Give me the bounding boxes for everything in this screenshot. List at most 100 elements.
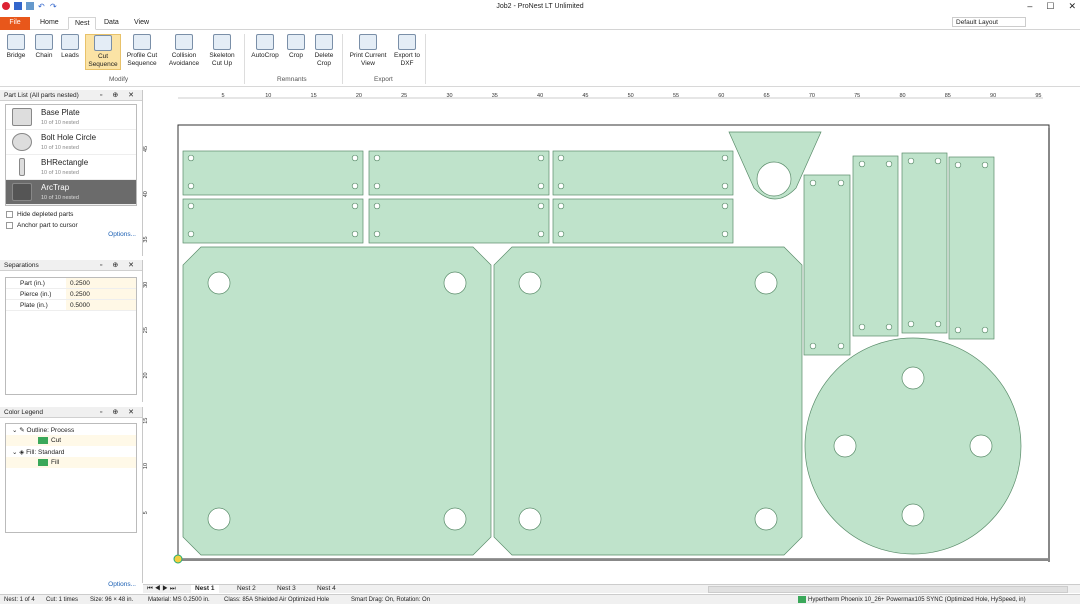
- part-hole: [858, 323, 866, 331]
- part-hole: [351, 154, 359, 162]
- part-item[interactable]: Base Plate 10 of 10 nested: [6, 105, 136, 130]
- nest-nav-icons[interactable]: ⏮ ◀ ▶ ⏭: [147, 585, 176, 593]
- part-item-selected[interactable]: ArcTrap 10 of 10 nested: [6, 180, 136, 205]
- anchor-part-checkbox[interactable]: Anchor part to cursor: [0, 220, 142, 231]
- collision-avoidance-button[interactable]: Collision Avoidance: [164, 34, 204, 68]
- ruler-tick-label: 60: [718, 93, 724, 99]
- skeleton-cut-up-icon: [213, 34, 231, 50]
- color-legend-header: Color Legend ▫ ⊕ ✕: [0, 407, 142, 418]
- layout-select[interactable]: Default Layout: [952, 17, 1026, 27]
- part-hole: [518, 271, 542, 295]
- ruler-tick-label: 35: [143, 236, 149, 242]
- window-title: Job2 - ProNest LT Unlimited: [496, 3, 584, 10]
- tab-home[interactable]: Home: [34, 17, 65, 30]
- part-hole: [373, 202, 381, 210]
- swatch-icon: [38, 437, 48, 444]
- nest-tab[interactable]: Nest 1: [191, 585, 219, 594]
- ribbon: Bridge Chain Leads Cut Sequence Profile …: [0, 31, 1080, 87]
- leads-icon: [61, 34, 79, 50]
- part-hole: [537, 182, 545, 190]
- close-icon[interactable]: ✕: [1068, 1, 1076, 12]
- group-label-remnants: Remnants: [277, 76, 307, 83]
- leads-button[interactable]: Leads: [58, 34, 82, 60]
- delete-crop-button[interactable]: Delete Crop: [310, 34, 338, 68]
- part-hole: [981, 326, 989, 334]
- ruler-ticks: 45 40 35 30 25 20 15 10 5: [143, 146, 149, 515]
- part-shape[interactable]: [182, 198, 364, 244]
- status-material: Material: MS 0.2500 in.: [148, 597, 210, 603]
- color-legend-options-link[interactable]: Options...: [0, 581, 142, 588]
- maximize-icon[interactable]: ☐: [1046, 1, 1054, 12]
- group-label-modify: Modify: [109, 76, 129, 83]
- legend-row[interactable]: ⌄ ◈ Fill: Standard: [6, 446, 136, 457]
- part-shape[interactable]: [803, 174, 851, 356]
- hide-depleted-checkbox[interactable]: Hide depleted parts: [0, 209, 142, 220]
- tab-data[interactable]: Data: [98, 17, 125, 30]
- part-shape[interactable]: [852, 155, 899, 337]
- part-hole: [351, 182, 359, 190]
- part-hole: [721, 182, 729, 190]
- bridge-button[interactable]: Bridge: [4, 34, 28, 60]
- part-shape[interactable]: [368, 150, 550, 196]
- nest-tab[interactable]: Nest 3: [273, 585, 300, 594]
- part-list-panel: Part List (All parts nested) ▫ ⊕ ✕ Base P…: [0, 90, 143, 256]
- autocrop-button[interactable]: AutoCrop: [248, 34, 282, 60]
- part-hole: [721, 230, 729, 238]
- part-shape[interactable]: [552, 150, 734, 196]
- part-hole: [981, 161, 989, 169]
- ruler-tick-label: 25: [143, 327, 149, 333]
- chain-button[interactable]: Chain: [31, 34, 57, 60]
- part-shape[interactable]: [182, 246, 492, 556]
- nest-tab[interactable]: Nest 4: [313, 585, 340, 594]
- part-hole: [901, 503, 925, 527]
- nest-drawing[interactable]: [157, 100, 1072, 582]
- cut-sequence-button[interactable]: Cut Sequence: [85, 34, 121, 70]
- part-item[interactable]: BHRectangle 10 of 10 nested: [6, 155, 136, 180]
- part-hole: [518, 507, 542, 531]
- ruler-tick-label: 40: [537, 93, 543, 99]
- dxf-icon: [398, 34, 416, 50]
- part-shape[interactable]: [901, 152, 948, 334]
- part-hole: [721, 202, 729, 210]
- crop-button[interactable]: Crop: [285, 34, 307, 60]
- print-current-view-button[interactable]: Print Current View: [346, 34, 390, 68]
- export-dxf-button[interactable]: Export to DXF: [393, 34, 421, 68]
- profile-cut-sequence-icon: [133, 34, 151, 50]
- tab-file[interactable]: File: [0, 17, 30, 30]
- group-label-export: Export: [374, 76, 393, 83]
- part-hole: [837, 179, 845, 187]
- part-hole: [934, 320, 942, 328]
- legend-row[interactable]: ⌄ ✎ Outline: Process: [6, 424, 136, 435]
- ruler-tick-label: 85: [945, 93, 951, 99]
- cut-sequence-icon: [94, 35, 112, 51]
- part-hole: [885, 323, 893, 331]
- minimize-icon[interactable]: –: [1027, 1, 1032, 12]
- profile-cut-sequence-button[interactable]: Profile Cut Sequence: [124, 34, 160, 68]
- part-shape[interactable]: [552, 198, 734, 244]
- part-list-options-link[interactable]: Options...: [0, 231, 142, 238]
- nest-tab[interactable]: Nest 2: [233, 585, 260, 594]
- part-shape[interactable]: [182, 150, 364, 196]
- panel-buttons[interactable]: ▫ ⊕ ✕: [100, 91, 138, 99]
- horizontal-scrollbar[interactable]: [708, 586, 1068, 593]
- tab-nest[interactable]: Nest: [68, 17, 97, 30]
- part-hole: [954, 161, 962, 169]
- part-hole: [373, 230, 381, 238]
- horizontal-ruler: 5 10 15 20 25 30 35 40 45 50 55 60 65 70 75 80 85 90 95: [143, 90, 1080, 100]
- part-hole: [557, 182, 565, 190]
- nest-canvas[interactable]: [157, 100, 1072, 582]
- skeleton-cut-up-button[interactable]: Skeleton Cut Up: [206, 34, 238, 68]
- part-shape[interactable]: [493, 246, 803, 556]
- part-shape[interactable]: [368, 198, 550, 244]
- part-hole: [721, 154, 729, 162]
- tab-view[interactable]: View: [128, 17, 155, 30]
- legend-subrow: Cut: [6, 435, 136, 446]
- swatch-icon: [38, 459, 48, 466]
- part-hole: [756, 161, 792, 197]
- chain-icon: [35, 34, 53, 50]
- part-shape[interactable]: [948, 156, 995, 340]
- status-size: Size: 96 × 48 in.: [90, 597, 134, 603]
- part-hole: [754, 507, 778, 531]
- part-item[interactable]: Bolt Hole Circle 10 of 10 nested: [6, 130, 136, 155]
- part-hole: [373, 154, 381, 162]
